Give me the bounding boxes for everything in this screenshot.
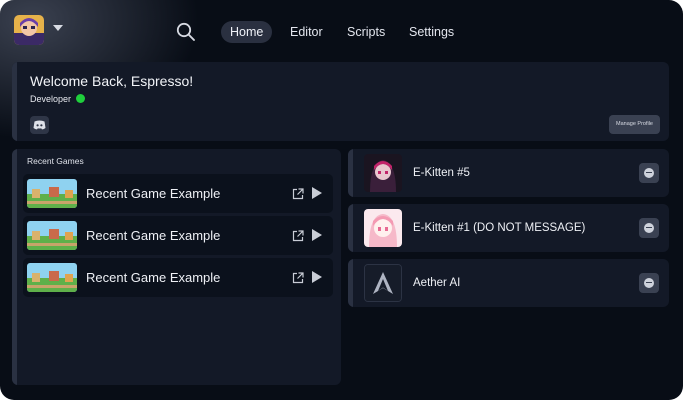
tab-settings[interactable]: Settings [400,21,463,43]
contact-name: Aether AI [413,277,461,289]
game-thumbnail [27,179,77,208]
contact-card[interactable]: E-Kitten #5 [348,149,669,197]
game-title: Recent Game Example [86,228,221,243]
contact-avatar [364,154,402,192]
play-icon[interactable] [312,271,322,283]
tab-home[interactable]: Home [221,21,273,43]
game-title: Recent Game Example [86,186,221,201]
chevron-down-icon[interactable] [53,25,63,31]
tab-editor[interactable]: Editor [281,21,332,43]
game-thumbnail [27,221,77,250]
external-link-icon[interactable] [292,229,304,242]
recent-games-title: Recent Games [27,156,84,166]
recent-game-row[interactable]: Recent Game Example [23,258,333,297]
search-icon[interactable] [176,22,196,42]
external-link-icon[interactable] [292,187,304,200]
play-icon[interactable] [312,187,322,199]
game-title: Recent Game Example [86,270,221,285]
online-status-dot [76,94,85,103]
manage-profile-button[interactable]: Manage Profile [609,115,660,134]
aether-logo [364,264,402,302]
user-avatar[interactable] [14,15,44,45]
contact-name: E-Kitten #5 [413,167,470,179]
contact-name: E-Kitten #1 (DO NOT MESSAGE) [413,222,586,234]
play-icon[interactable] [312,229,322,241]
external-link-icon[interactable] [292,271,304,284]
contact-card[interactable]: E-Kitten #1 (DO NOT MESSAGE) [348,204,669,252]
welcome-title: Welcome Back, Espresso! [30,73,194,89]
discord-icon [33,120,46,130]
message-button[interactable] [639,218,659,238]
role-label: Developer [30,94,72,104]
contact-avatar [364,209,402,247]
app-window: Home Editor Scripts Settings Welcome Bac… [0,0,683,400]
game-thumbnail [27,263,77,292]
recent-game-row[interactable]: Recent Game Example [23,216,333,255]
message-button[interactable] [639,273,659,293]
contact-card[interactable]: Aether AI [348,259,669,307]
tab-scripts[interactable]: Scripts [338,21,394,43]
message-button[interactable] [639,163,659,183]
recent-game-row[interactable]: Recent Game Example [23,174,333,213]
discord-button[interactable] [30,116,49,134]
